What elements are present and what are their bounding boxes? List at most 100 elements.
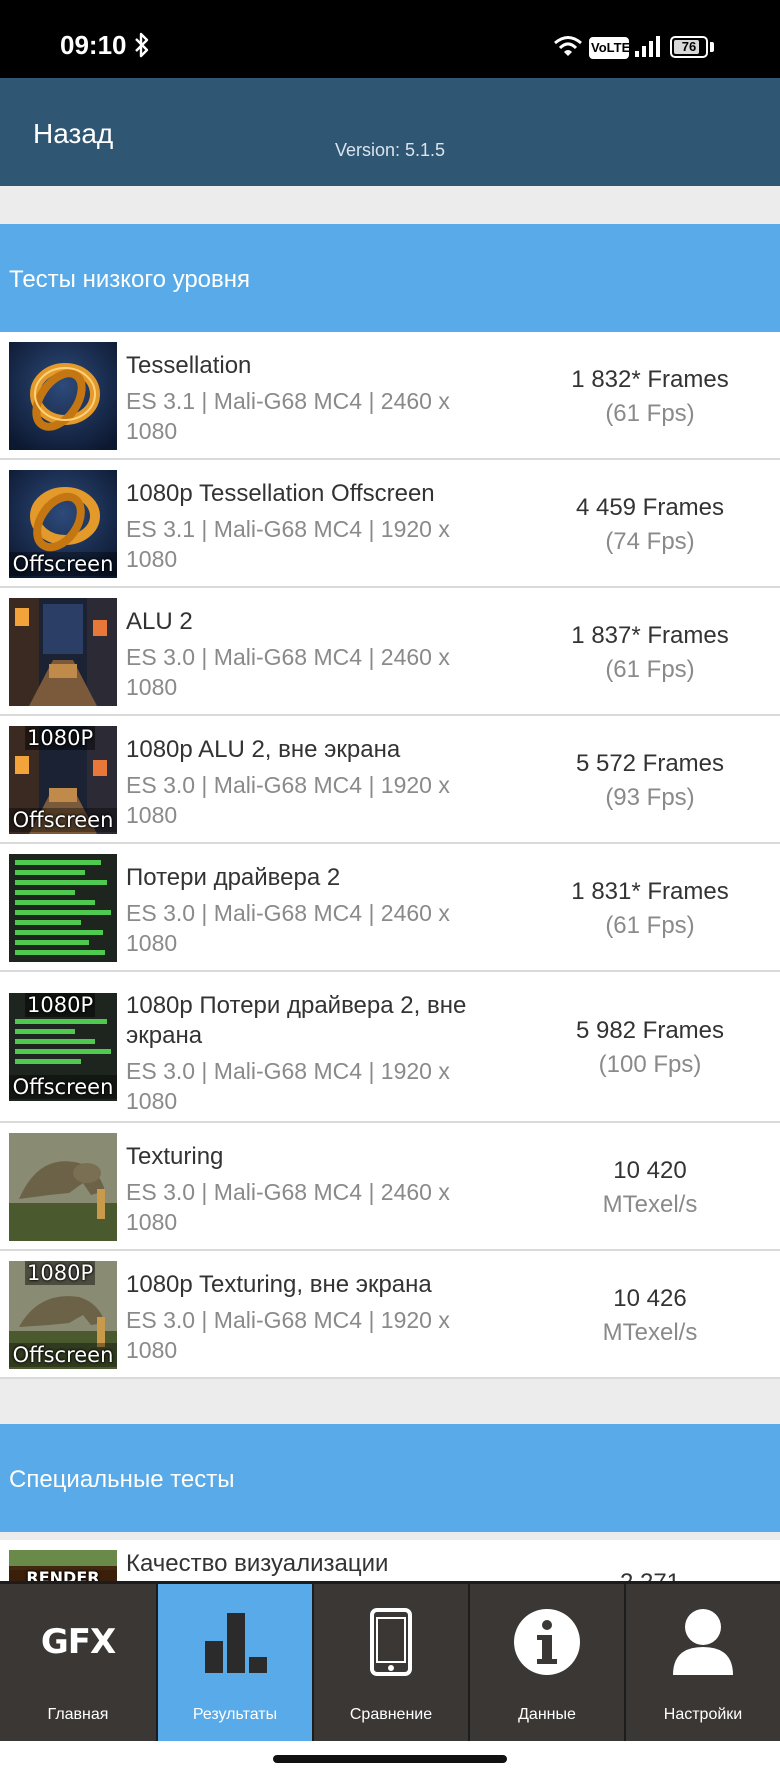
home-indicator[interactable] — [273, 1755, 507, 1763]
volte-badge: VoLTE — [589, 37, 630, 59]
results-list[interactable]: Тесты низкого уровня Tessellation ES 3.1… — [0, 186, 780, 1581]
test-title: 1080p ALU 2, вне экрана — [126, 736, 401, 763]
result-value: 10 420 — [613, 1157, 687, 1184]
result-value: 1 832* Frames — [571, 366, 729, 393]
status-bar: 09:10 VoLTE 76 — [0, 0, 780, 78]
gfx-logo-icon: GFX — [0, 1602, 156, 1682]
app-screen: 09:10 VoLTE 76 Назад Version: 5.1.5 Тест… — [0, 0, 780, 1777]
texturing-thumbnail — [9, 1133, 117, 1241]
offscreen-tag: Offscreen — [9, 1075, 117, 1099]
test-row-render-quality[interactable]: RENDER Качество визуализации 2 271 — [0, 1540, 780, 1581]
special-tests-list: RENDER Качество визуализации 2 271 — [0, 1540, 780, 1581]
test-title: ALU 2 — [126, 608, 193, 635]
test-result: 1 831* Frames (61 Fps) — [520, 875, 780, 943]
result-unit: MTexel/s — [602, 1191, 698, 1218]
bottom-navigation: GFX Главная Результаты Сравнение Данные … — [0, 1581, 780, 1741]
gfx-logo: GFX — [40, 1622, 116, 1662]
test-config: ES 3.0 | Mali-G68 MC4 | 1920 x 1080 — [126, 772, 450, 828]
nav-tab-results[interactable]: Результаты — [156, 1581, 312, 1741]
nav-label-settings: Настройки — [663, 1706, 743, 1723]
test-row-tessellation-offscreen[interactable]: Offscreen 1080p Tessellation Offscreen E… — [0, 460, 780, 588]
test-title: Texturing — [126, 1143, 224, 1170]
alu2-thumbnail — [9, 598, 117, 706]
offscreen-tag: Offscreen — [9, 1343, 117, 1367]
result-fps: (93 Fps) — [605, 784, 695, 811]
nav-tab-settings[interactable]: Настройки — [624, 1581, 780, 1741]
result-value: 2 271 — [520, 1566, 780, 1581]
tessellation-thumbnail — [9, 342, 117, 450]
test-result: 10 426 MTexel/s — [520, 1282, 780, 1350]
test-config: ES 3.0 | Mali-G68 MC4 | 1920 x 1080 — [126, 1307, 450, 1363]
texturing-offscreen-thumbnail: 1080P Offscreen — [9, 1261, 117, 1369]
test-row-alu2[interactable]: ALU 2 ES 3.0 | Mali-G68 MC4 | 2460 x 108… — [0, 588, 780, 716]
test-row-driver-overhead[interactable]: Потери драйвера 2 ES 3.0 | Mali-G68 MC4 … — [0, 844, 780, 972]
nav-tab-home[interactable]: GFX Главная — [0, 1581, 156, 1741]
user-icon — [626, 1602, 780, 1682]
test-title: 1080p Texturing, вне экрана — [126, 1271, 432, 1298]
render-tag: RENDER — [9, 1566, 117, 1581]
test-title: 1080p Потери драйвера 2, вне экрана — [126, 992, 467, 1049]
nav-label-info: Данные — [518, 1706, 576, 1723]
test-title: Потери драйвера 2 — [126, 864, 341, 891]
result-unit: MTexel/s — [602, 1319, 698, 1346]
result-value: 10 426 — [613, 1285, 687, 1312]
test-title: 1080p Tessellation Offscreen — [126, 480, 435, 507]
result-value: 1 831* Frames — [571, 878, 729, 905]
wifi-icon — [554, 36, 582, 56]
test-row-driver-overhead-offscreen[interactable]: 1080P Offscreen 1080p Потери драйвера 2,… — [0, 972, 780, 1123]
test-result: 5 982 Frames (100 Fps) — [520, 1014, 780, 1082]
result-fps: (61 Fps) — [605, 656, 695, 683]
test-row-alu2-offscreen[interactable]: 1080P Offscreen 1080p ALU 2, вне экрана … — [0, 716, 780, 844]
gesture-bar — [0, 1741, 780, 1777]
info-icon — [470, 1602, 624, 1682]
offscreen-tag: Offscreen — [9, 552, 117, 576]
result-fps: (61 Fps) — [605, 912, 695, 939]
test-config: ES 3.0 | Mali-G68 MC4 | 2460 x 1080 — [126, 900, 450, 956]
test-row-tessellation[interactable]: Tessellation ES 3.1 | Mali-G68 MC4 | 246… — [0, 332, 780, 460]
resolution-tag: 1080P — [25, 726, 96, 750]
test-result: 4 459 Frames (74 Fps) — [520, 491, 780, 559]
test-config: ES 3.1 | Mali-G68 MC4 | 2460 x 1080 — [126, 388, 450, 444]
resolution-tag: 1080P — [25, 1261, 96, 1285]
nav-label-compare: Сравнение — [349, 1706, 433, 1723]
section-header-low-level: Тесты низкого уровня — [0, 224, 780, 332]
test-result: 10 420 MTexel/s — [520, 1154, 780, 1222]
test-row-texturing[interactable]: Texturing ES 3.0 | Mali-G68 MC4 | 2460 x… — [0, 1123, 780, 1251]
result-fps: (74 Fps) — [605, 528, 695, 555]
battery-level: 76 — [681, 39, 697, 54]
test-row-texturing-offscreen[interactable]: 1080P Offscreen 1080p Texturing, вне экр… — [0, 1251, 780, 1379]
battery-icon: 76 — [670, 36, 708, 58]
test-result: 1 832* Frames (61 Fps) — [520, 363, 780, 431]
test-config: ES 3.0 | Mali-G68 MC4 | 1920 x 1080 — [126, 1058, 450, 1114]
offscreen-tag: Offscreen — [9, 808, 117, 832]
nav-label-home: Главная — [47, 1706, 109, 1723]
result-fps: (100 Fps) — [598, 1051, 702, 1078]
status-time: 09:10 — [60, 30, 127, 60]
bluetooth-icon — [135, 32, 149, 58]
version-label: Version: 5.1.5 — [334, 140, 446, 160]
app-header: Назад Version: 5.1.5 — [0, 78, 780, 186]
test-config: ES 3.1 | Mali-G68 MC4 | 1920 x 1080 — [126, 516, 450, 572]
section-header-special: Специальные тесты — [0, 1424, 780, 1532]
alu2-offscreen-thumbnail: 1080P Offscreen — [9, 726, 117, 834]
driver-overhead-thumbnail — [9, 854, 117, 962]
bar-chart-icon — [158, 1602, 312, 1682]
low-level-tests-list: Tessellation ES 3.1 | Mali-G68 MC4 | 246… — [0, 332, 780, 1379]
nav-tab-compare[interactable]: Сравнение — [312, 1581, 468, 1741]
test-config: ES 3.0 | Mali-G68 MC4 | 2460 x 1080 — [126, 1179, 450, 1235]
render-quality-thumbnail: RENDER — [9, 1550, 117, 1581]
smartphone-icon — [314, 1602, 468, 1682]
result-fps: (61 Fps) — [605, 400, 695, 427]
nav-label-results: Результаты — [192, 1706, 278, 1723]
result-value: 5 982 Frames — [575, 1017, 725, 1044]
resolution-tag: 1080P — [25, 993, 96, 1017]
nav-tab-info[interactable]: Данные — [468, 1581, 624, 1741]
result-value: 1 837* Frames — [571, 622, 729, 649]
result-value: 5 572 Frames — [575, 750, 725, 777]
test-title: Качество визуализации — [126, 1550, 389, 1577]
test-result: 1 837* Frames (61 Fps) — [520, 619, 780, 687]
test-result: 2 271 — [520, 1566, 780, 1581]
tessellation-offscreen-thumbnail: Offscreen — [9, 470, 117, 578]
driver-overhead-offscreen-thumbnail: 1080P Offscreen — [9, 993, 117, 1101]
test-title: Tessellation — [126, 352, 252, 379]
